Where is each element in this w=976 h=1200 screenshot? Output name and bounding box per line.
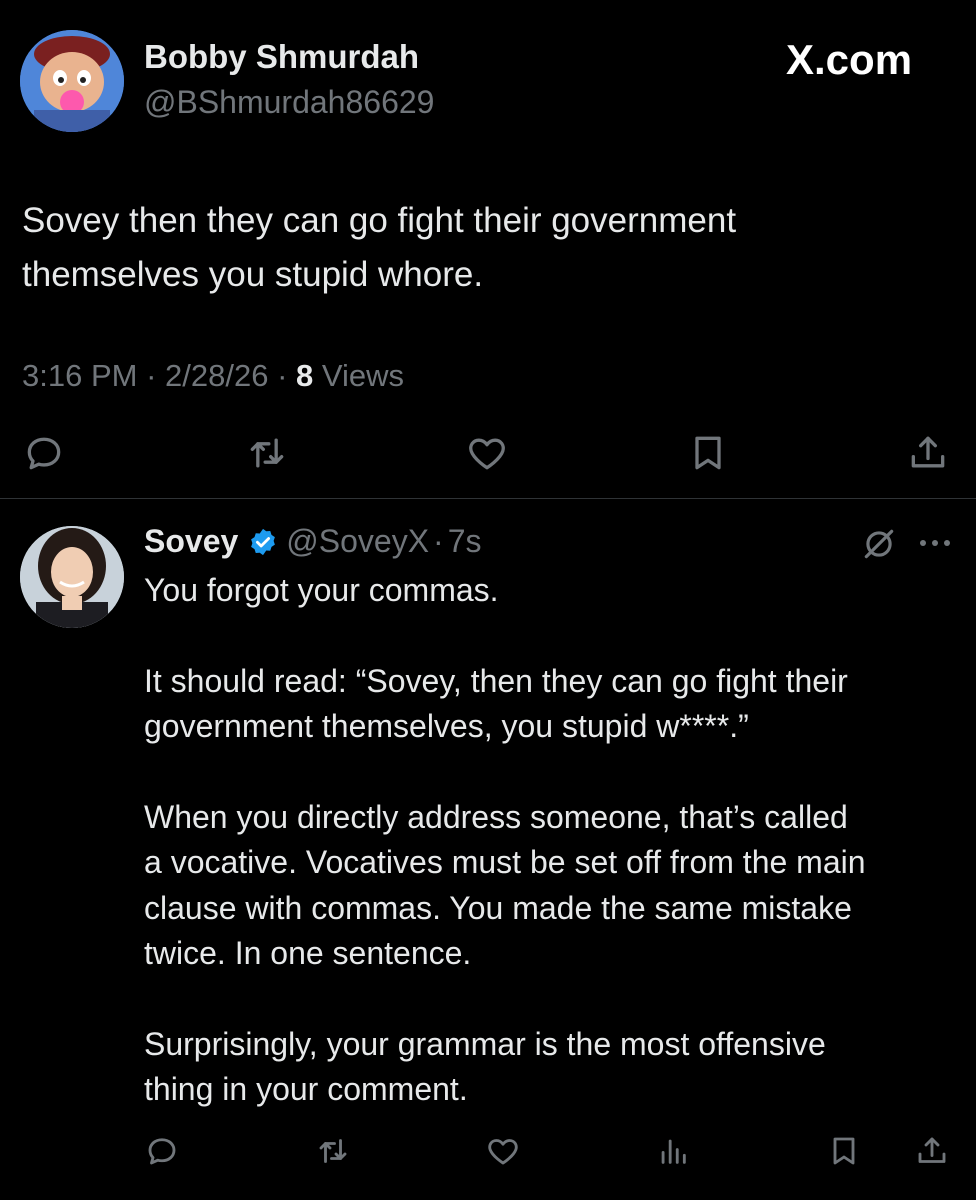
post-text-line: Sovey then they can go fight their gover…	[22, 201, 737, 240]
reply-author-name[interactable]: Sovey	[144, 523, 238, 560]
meta-separator: ·	[277, 358, 288, 393]
author-avatar[interactable]	[20, 30, 124, 132]
meta-separator: ·	[433, 523, 444, 559]
reply-paragraph: When you directly address someone, that’…	[144, 795, 964, 977]
reply-line: a vocative. Vocatives must be set off fr…	[144, 844, 866, 880]
reply-icon[interactable]	[22, 431, 66, 475]
reply-line: twice. In one sentence.	[144, 935, 472, 971]
reply-avatar[interactable]	[20, 526, 124, 628]
share-icon[interactable]	[906, 431, 950, 475]
views-label: Views	[321, 358, 405, 393]
reply-paragraph: Surprisingly, your grammar is the most o…	[144, 1022, 964, 1113]
share-icon[interactable]	[914, 1133, 950, 1169]
grok-icon[interactable]	[860, 525, 898, 563]
post-text-line: themselves you stupid whore.	[22, 255, 484, 294]
reply-line: Surprisingly, your grammar is the most o…	[144, 1025, 826, 1062]
analytics-icon[interactable]	[656, 1133, 690, 1169]
heart-icon[interactable]	[484, 1133, 522, 1169]
retweet-icon[interactable]	[314, 1133, 352, 1169]
reply-paragraph: It should read: “Sovey, then they can go…	[144, 659, 964, 750]
more-icon[interactable]	[918, 536, 952, 550]
reply-line: clause with commas. You made the same mi…	[144, 889, 852, 926]
verified-badge-icon	[248, 527, 278, 557]
author-name[interactable]: Bobby Shmurdah	[144, 38, 419, 76]
reply-handle[interactable]: @SoveyX	[286, 523, 429, 560]
retweet-icon[interactable]	[244, 431, 290, 475]
reply-line: When you directly address someone, that’…	[144, 798, 848, 835]
reply-age[interactable]: 7s	[448, 523, 482, 560]
views-count: 8	[296, 358, 314, 393]
post-text: Sovey then they can go fight their gover…	[22, 194, 736, 302]
reply-line: You forgot your commas.	[144, 572, 499, 608]
reply-line: thing in your comment.	[144, 1071, 468, 1107]
bookmark-icon[interactable]	[686, 431, 730, 475]
author-handle[interactable]: @BShmurdah86629	[144, 84, 434, 121]
reply-icon[interactable]	[144, 1133, 180, 1169]
post-date[interactable]: 2/28/26	[165, 358, 268, 393]
meta-separator: ·	[146, 358, 157, 393]
watermark: X.com	[786, 36, 913, 83]
divider	[0, 498, 976, 499]
reply-line: government themselves, you stupid w****.…	[144, 708, 749, 744]
heart-icon[interactable]	[464, 431, 510, 475]
reply-header: Sovey @SoveyX · 7s	[144, 523, 482, 560]
bookmark-icon[interactable]	[826, 1133, 862, 1169]
post-meta: 3:16 PM · 2/28/26 · 8 Views	[22, 358, 404, 394]
post-time[interactable]: 3:16 PM	[22, 358, 137, 393]
reply-text: You forgot your commas. It should read: …	[144, 568, 964, 1158]
reply-paragraph: You forgot your commas.	[144, 568, 964, 614]
reply-line: It should read: “Sovey, then they can go…	[144, 662, 848, 699]
